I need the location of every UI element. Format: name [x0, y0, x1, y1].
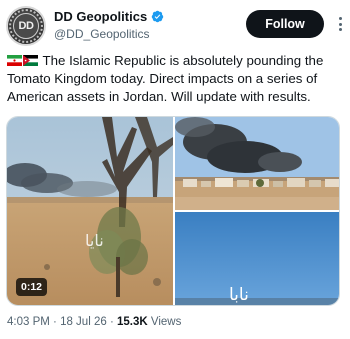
views-count: 15.3K: [116, 316, 148, 328]
author-names: DD Geopolitics @DD_Geopolitics: [54, 9, 164, 41]
iran-flag-emoji-icon: [7, 55, 22, 66]
author-display-name[interactable]: DD Geopolitics: [54, 9, 147, 24]
tweet-header: DD DD Geopolitics @DD_Geopolitics Follow: [6, 6, 344, 46]
verified-badge-icon[interactable]: [151, 10, 164, 23]
video-duration-badge: 0:12: [16, 278, 48, 296]
tweet-time[interactable]: 4:03 PM: [7, 316, 50, 328]
meta-separator: ·: [53, 316, 61, 328]
avatar[interactable]: DD: [6, 6, 46, 46]
jordan-flag-emoji-icon: [23, 55, 38, 66]
tweet-date[interactable]: 18 Jul 26: [60, 316, 107, 328]
image-smoke-over-town[interactable]: [175, 117, 340, 210]
video-overlay-text: نايا: [85, 231, 104, 250]
meta-separator: ·: [109, 316, 117, 328]
image-overlay-text: نابا: [229, 285, 249, 305]
views-label: Views: [150, 316, 182, 328]
tweet-body: The Islamic Republic is absolutely pound…: [7, 52, 345, 106]
media-grid: نايا 0:12 نابا: [6, 116, 340, 306]
avatar-monogram: DD: [13, 13, 39, 39]
tweet-meta: 4:03 PM · 18 Jul 26 · 15.3K Views: [7, 316, 181, 328]
image-sky[interactable]: [175, 212, 340, 306]
tweet-text: The Islamic Republic is absolutely pound…: [7, 53, 324, 104]
name-row: DD Geopolitics: [54, 9, 164, 24]
follow-button[interactable]: Follow: [246, 10, 324, 38]
more-options-icon[interactable]: [333, 14, 347, 34]
author-handle[interactable]: @DD_Geopolitics: [54, 27, 164, 41]
